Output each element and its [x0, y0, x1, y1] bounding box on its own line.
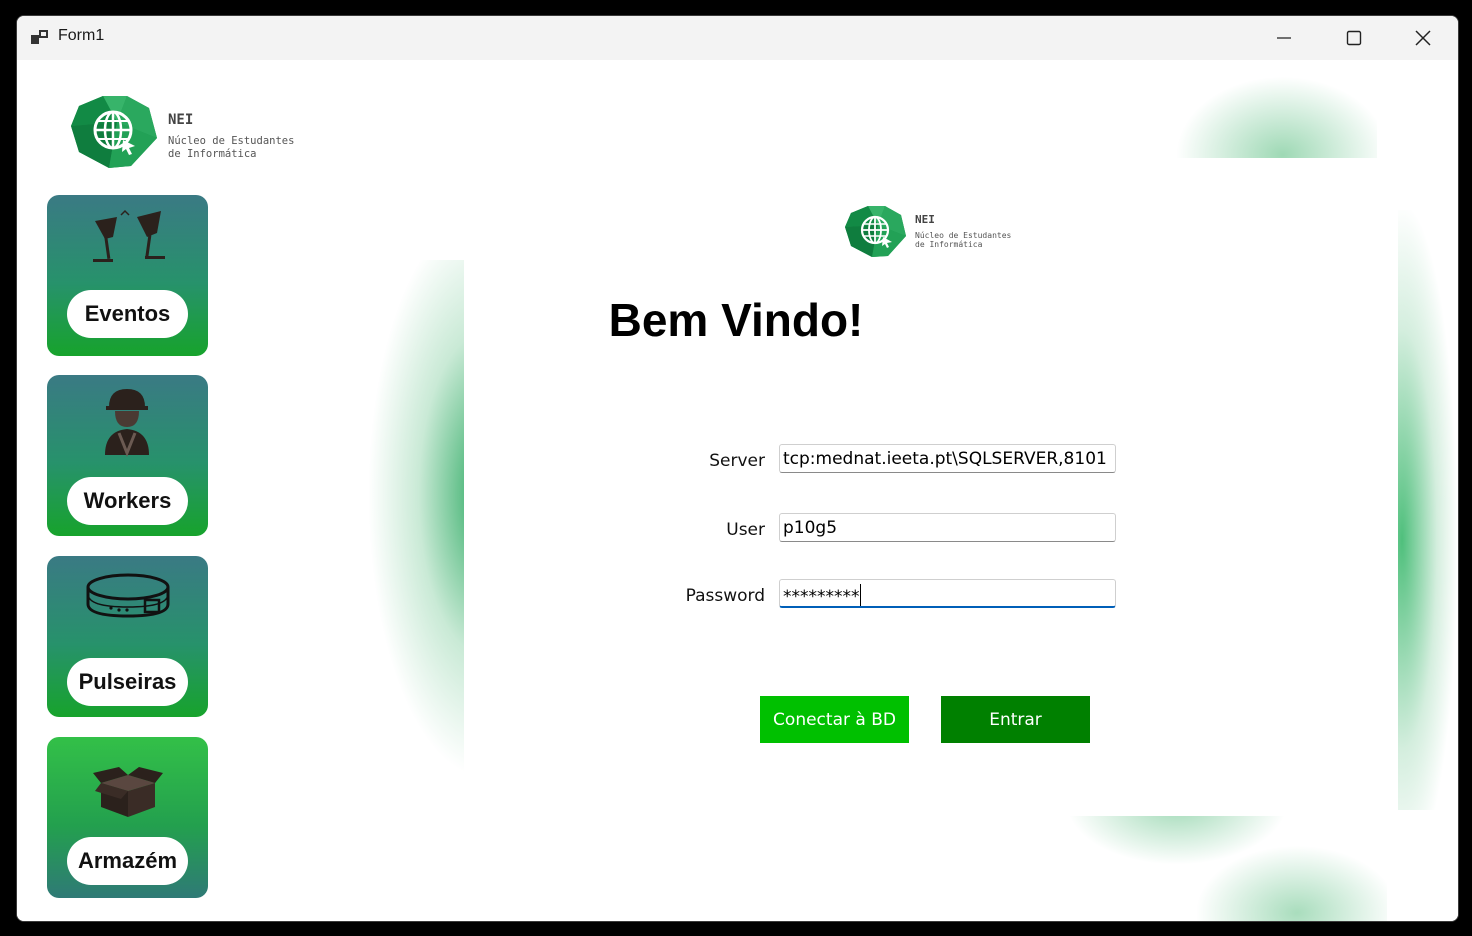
maximize-button[interactable] [1319, 16, 1389, 60]
text-caret [859, 584, 861, 606]
minimize-button[interactable] [1249, 16, 1319, 60]
password-value: ********* [783, 587, 860, 607]
minimize-icon [1277, 37, 1291, 39]
sidebar-item-armazem[interactable]: Armazém [47, 737, 208, 898]
wristband-icon [86, 573, 170, 618]
brand-line1: Núcleo de Estudantes [168, 135, 294, 147]
brand-line2: de Informática [915, 240, 983, 249]
decorative-glow [1187, 840, 1387, 921]
brand-line1: Núcleo de Estudantes [915, 231, 1012, 240]
form-content: NEI Núcleo de Estudantes de Informática … [17, 60, 1458, 921]
sidebar-item-label: Armazém [67, 837, 188, 885]
brand-short: NEI [915, 213, 935, 226]
nei-logo-center: NEI Núcleo de Estudantes de Informática [845, 206, 1012, 257]
decorative-glow [1167, 70, 1377, 170]
server-input[interactable]: tcp:mednat.ieeta.pt\SQLSERVER,8101 [779, 444, 1116, 473]
user-label: User [726, 520, 765, 540]
server-label: Server [709, 451, 765, 471]
welcome-heading: Bem Vindo! [608, 294, 864, 346]
brand-short: NEI [168, 112, 193, 128]
worker-icon [105, 389, 149, 457]
sidebar-item-pulseiras[interactable]: Pulseiras [47, 556, 208, 717]
sidebar-item-workers[interactable]: Workers [47, 375, 208, 536]
sidebar-item-label: Pulseiras [67, 658, 188, 706]
brand-line2: de Informática [168, 148, 257, 160]
title-bar[interactable]: Form1 [17, 16, 1458, 60]
close-button[interactable] [1388, 16, 1458, 60]
nei-logo: NEI Núcleo de Estudantes de Informática [71, 96, 294, 168]
connect-db-button[interactable]: Conectar à BD [760, 696, 909, 743]
app-icon [31, 30, 48, 44]
box-icon [93, 767, 163, 817]
window-title: Form1 [58, 27, 105, 44]
toast-glasses-icon [93, 209, 165, 262]
sidebar-item-label: Workers [67, 477, 188, 525]
enter-button[interactable]: Entrar [941, 696, 1090, 743]
close-icon [1415, 30, 1431, 46]
maximize-icon [1346, 30, 1362, 46]
user-input[interactable]: p10g5 [779, 513, 1116, 542]
password-label: Password [685, 586, 765, 606]
password-input[interactable]: ********* [779, 579, 1116, 608]
